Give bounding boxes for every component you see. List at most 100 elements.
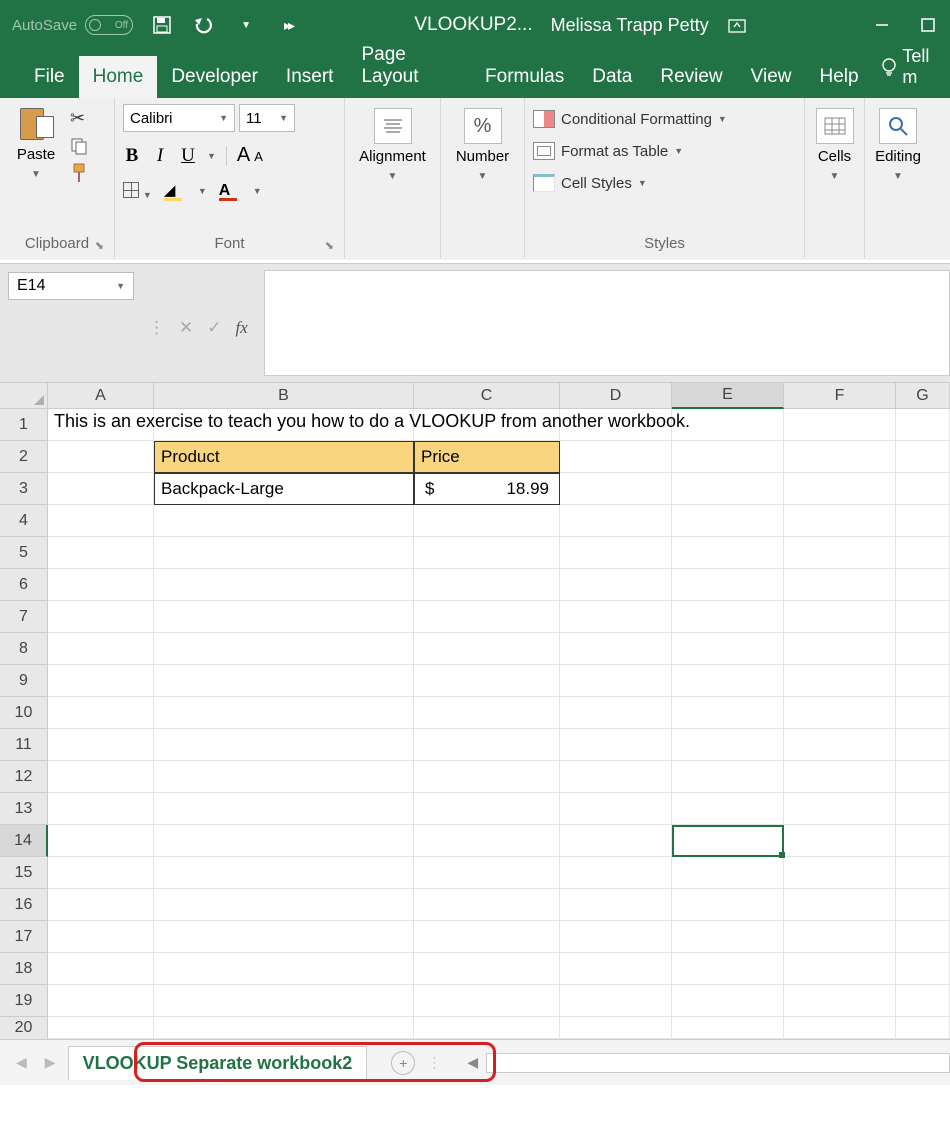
row-header-19[interactable]: 19 <box>0 985 48 1017</box>
cell-A8[interactable] <box>48 633 154 665</box>
cell-G16[interactable] <box>896 889 950 921</box>
cell-B4[interactable] <box>154 505 414 537</box>
cell-B19[interactable] <box>154 985 414 1017</box>
cell-D4[interactable] <box>560 505 672 537</box>
tab-review[interactable]: Review <box>646 56 736 98</box>
format-painter-icon[interactable] <box>70 163 88 183</box>
cell-G3[interactable] <box>896 473 950 505</box>
sheet-tab-active[interactable]: VLOOKUP Separate workbook2 <box>68 1046 368 1080</box>
cell-D3[interactable] <box>560 473 672 505</box>
alignment-icon[interactable] <box>374 108 412 144</box>
name-box[interactable]: E14▼ <box>8 272 134 300</box>
cell-E10[interactable] <box>672 697 784 729</box>
cell-G15[interactable] <box>896 857 950 889</box>
cell-B20[interactable] <box>154 1017 414 1039</box>
cell-B2[interactable]: Product <box>154 441 414 473</box>
launcher-icon[interactable]: ⬊ <box>95 239 104 252</box>
cell-C11[interactable] <box>414 729 560 761</box>
cell-G9[interactable] <box>896 665 950 697</box>
save-icon[interactable] <box>151 14 173 36</box>
col-header-A[interactable]: A <box>48 383 154 409</box>
cell-D17[interactable] <box>560 921 672 953</box>
cell-B16[interactable] <box>154 889 414 921</box>
cell-E11[interactable] <box>672 729 784 761</box>
cell-C17[interactable] <box>414 921 560 953</box>
cell-B9[interactable] <box>154 665 414 697</box>
cell-B12[interactable] <box>154 761 414 793</box>
row-header-8[interactable]: 8 <box>0 633 48 665</box>
row-header-7[interactable]: 7 <box>0 601 48 633</box>
cell-E8[interactable] <box>672 633 784 665</box>
cell-G12[interactable] <box>896 761 950 793</box>
cell-E20[interactable] <box>672 1017 784 1039</box>
cell-C5[interactable] <box>414 537 560 569</box>
row-header-20[interactable]: 20 <box>0 1017 48 1039</box>
cell-E4[interactable] <box>672 505 784 537</box>
row-header-15[interactable]: 15 <box>0 857 48 889</box>
chevron-down-icon[interactable]: ▼ <box>893 171 903 182</box>
number-format-icon[interactable]: % <box>464 108 502 144</box>
italic-button[interactable]: I <box>151 145 169 167</box>
cell-D19[interactable] <box>560 985 672 1017</box>
row-header-16[interactable]: 16 <box>0 889 48 921</box>
col-header-B[interactable]: B <box>154 383 414 409</box>
row-header-18[interactable]: 18 <box>0 953 48 985</box>
vellipsis-icon[interactable]: ⋮ <box>148 318 165 338</box>
cell-A4[interactable] <box>48 505 154 537</box>
row-header-5[interactable]: 5 <box>0 537 48 569</box>
font-size-combo[interactable]: 11▼ <box>239 104 295 132</box>
cell-C20[interactable] <box>414 1017 560 1039</box>
cell-F4[interactable] <box>784 505 896 537</box>
tab-data[interactable]: Data <box>578 56 646 98</box>
row-header-9[interactable]: 9 <box>0 665 48 697</box>
paste-button[interactable]: Paste ▼ <box>8 104 64 231</box>
shrink-font-icon[interactable]: A <box>254 149 263 164</box>
undo-icon[interactable] <box>193 14 215 36</box>
cell-A18[interactable] <box>48 953 154 985</box>
cell-E17[interactable] <box>672 921 784 953</box>
cell-E7[interactable] <box>672 601 784 633</box>
cell-C15[interactable] <box>414 857 560 889</box>
cell-G5[interactable] <box>896 537 950 569</box>
row-header-10[interactable]: 10 <box>0 697 48 729</box>
horizontal-scrollbar[interactable]: ◀ <box>467 1053 950 1073</box>
cell-E14[interactable] <box>672 825 784 857</box>
row-header-3[interactable]: 3 <box>0 473 48 505</box>
bold-button[interactable]: B <box>123 145 141 167</box>
row-header-12[interactable]: 12 <box>0 761 48 793</box>
cell-C18[interactable] <box>414 953 560 985</box>
cell-D20[interactable] <box>560 1017 672 1039</box>
row-header-1[interactable]: 1 <box>0 409 48 441</box>
cell-C8[interactable] <box>414 633 560 665</box>
cell-F11[interactable] <box>784 729 896 761</box>
fill-color-button[interactable]: ◢ <box>164 181 186 201</box>
tell-me-search[interactable]: Tell m <box>873 36 950 98</box>
cell-E5[interactable] <box>672 537 784 569</box>
cell-A5[interactable] <box>48 537 154 569</box>
cell-C12[interactable] <box>414 761 560 793</box>
ribbon-display-icon[interactable] <box>727 15 747 35</box>
cell-B5[interactable] <box>154 537 414 569</box>
cell-E16[interactable] <box>672 889 784 921</box>
cell-G10[interactable] <box>896 697 950 729</box>
cell-E15[interactable] <box>672 857 784 889</box>
cell-D5[interactable] <box>560 537 672 569</box>
cell-G1[interactable] <box>896 409 950 441</box>
cell-F2[interactable] <box>784 441 896 473</box>
cell-F16[interactable] <box>784 889 896 921</box>
copy-icon[interactable] <box>70 137 88 155</box>
minimize-icon[interactable] <box>872 15 892 35</box>
tab-formulas[interactable]: Formulas <box>471 56 578 98</box>
row-header-17[interactable]: 17 <box>0 921 48 953</box>
cell-C3[interactable]: $18.99 <box>414 473 560 505</box>
insert-function-icon[interactable]: fx <box>236 318 248 338</box>
cell-B11[interactable] <box>154 729 414 761</box>
cell-C13[interactable] <box>414 793 560 825</box>
maximize-icon[interactable] <box>918 15 938 35</box>
cell-B10[interactable] <box>154 697 414 729</box>
sheet-nav-next-icon[interactable]: ▶ <box>39 1054 62 1071</box>
borders-button[interactable]: ▼ <box>123 182 152 201</box>
col-header-D[interactable]: D <box>560 383 672 409</box>
cell-G20[interactable] <box>896 1017 950 1039</box>
cell-F6[interactable] <box>784 569 896 601</box>
